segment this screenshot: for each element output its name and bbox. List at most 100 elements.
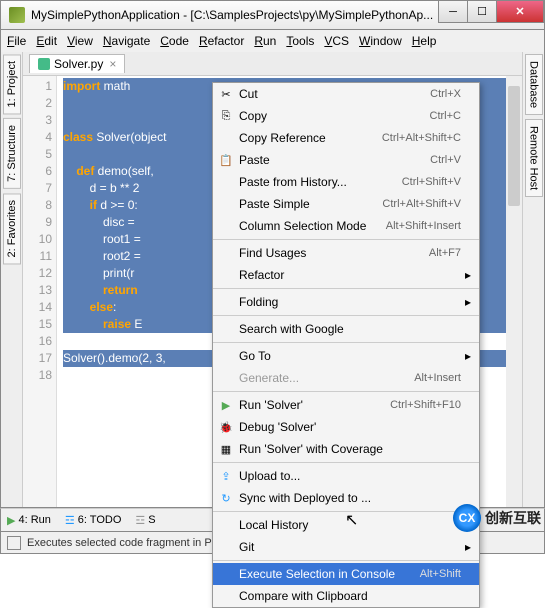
ctx-label: Git — [239, 540, 461, 554]
ctx-run-solver-with-coverage[interactable]: ▦ Run 'Solver' with Coverage — [213, 438, 479, 460]
ctx-find-usages[interactable]: Find UsagesAlt+F7 — [213, 242, 479, 264]
ctx-label: Paste — [239, 153, 430, 167]
line-number: 17 — [23, 350, 52, 367]
menu-help[interactable]: Help — [412, 34, 437, 48]
ctx-refactor[interactable]: Refactor▸ — [213, 264, 479, 286]
ctx-shortcut: Ctrl+Alt+Shift+V — [382, 198, 461, 210]
line-number: 13 — [23, 282, 52, 299]
ctx-label: Refactor — [239, 268, 461, 282]
menu-separator — [213, 239, 479, 240]
menu-navigate[interactable]: Navigate — [103, 34, 150, 48]
ctx-label: Run 'Solver' with Coverage — [239, 442, 461, 456]
paste-icon: 📋 — [217, 152, 235, 168]
ctx-copy-reference[interactable]: Copy ReferenceCtrl+Alt+Shift+C — [213, 127, 479, 149]
ctx-go-to[interactable]: Go To▸ — [213, 345, 479, 367]
menu-view[interactable]: View — [67, 34, 93, 48]
menu-separator — [213, 560, 479, 561]
left-tab-favorites[interactable]: 2: Favorites — [3, 193, 21, 264]
ctx-label: Sync with Deployed to ... — [239, 491, 461, 505]
menu-code[interactable]: Code — [160, 34, 189, 48]
other-tool[interactable]: ☲S — [135, 514, 155, 527]
line-number: 7 — [23, 180, 52, 197]
right-tab-remotehost[interactable]: Remote Host — [525, 119, 543, 197]
left-tab-project[interactable]: 1: Project — [3, 54, 21, 114]
blank-icon — [217, 130, 235, 146]
menu-window[interactable]: Window — [359, 34, 402, 48]
ctx-shortcut: Ctrl+Alt+Shift+C — [382, 132, 461, 144]
submenu-arrow-icon: ▸ — [461, 540, 471, 554]
todo-tool[interactable]: ☲6: TODO — [65, 514, 121, 527]
python-file-icon — [38, 58, 50, 70]
run-tool[interactable]: ▶4: Run — [7, 514, 51, 527]
ctx-shortcut: Ctrl+X — [430, 88, 461, 100]
blank-icon — [217, 348, 235, 364]
blank-icon — [217, 566, 235, 582]
right-tool-gutter: Database Remote Host — [522, 52, 544, 507]
watermark-text: 创新互联 — [485, 508, 541, 528]
line-gutter: 123456789101112131415161718 — [23, 76, 57, 507]
ctx-execute-selection-in-console[interactable]: Execute Selection in ConsoleAlt+Shift — [213, 563, 479, 585]
ctx-sync-with-deployed-to[interactable]: ↻Sync with Deployed to ... — [213, 487, 479, 509]
maximize-button[interactable]: ☐ — [467, 1, 497, 23]
line-number: 10 — [23, 231, 52, 248]
ctx-search-with-google[interactable]: Search with Google — [213, 318, 479, 340]
line-number: 4 — [23, 129, 52, 146]
menu-separator — [213, 391, 479, 392]
minimize-button[interactable]: ─ — [438, 1, 468, 23]
line-number: 3 — [23, 112, 52, 129]
menu-file[interactable]: File — [7, 34, 26, 48]
ctx-shortcut: Ctrl+Shift+F10 — [390, 399, 461, 411]
ctx-folding[interactable]: Folding▸ — [213, 291, 479, 313]
scroll-thumb[interactable] — [508, 86, 520, 206]
ctx-column-selection-mode[interactable]: Column Selection ModeAlt+Shift+Insert — [213, 215, 479, 237]
run-solver-with-coverage-icon: ▦ — [217, 441, 235, 457]
ctx-git[interactable]: Git▸ — [213, 536, 479, 558]
ctx-label: Run 'Solver' — [239, 398, 390, 412]
editor-tabs: Solver.py × — [23, 52, 522, 76]
submenu-arrow-icon: ▸ — [461, 268, 471, 282]
ctx-cut[interactable]: ✂CutCtrl+X — [213, 83, 479, 105]
submenu-arrow-icon: ▸ — [461, 349, 471, 363]
ctx-debug-solver[interactable]: 🐞 Debug 'Solver' — [213, 416, 479, 438]
ctx-compare-with-clipboard[interactable]: Compare with Clipboard — [213, 585, 479, 607]
window-title: MySimplePythonApplication - [C:\SamplesP… — [31, 8, 439, 22]
right-tab-database[interactable]: Database — [525, 54, 543, 115]
close-tab-icon[interactable]: × — [109, 57, 116, 71]
ctx-label: Debug 'Solver' — [239, 420, 461, 434]
ctx-paste-from-history[interactable]: Paste from History...Ctrl+Shift+V — [213, 171, 479, 193]
line-number: 12 — [23, 265, 52, 282]
line-number: 1 — [23, 78, 52, 95]
ctx-paste[interactable]: 📋 PasteCtrl+V — [213, 149, 479, 171]
menubar: File Edit View Navigate Code Refactor Run Tools… — [0, 30, 545, 52]
ctx-shortcut: Ctrl+Shift+V — [402, 176, 461, 188]
ctx-label: Compare with Clipboard — [239, 589, 461, 603]
debug-solver--icon: 🐞 — [217, 419, 235, 435]
ctx-local-history[interactable]: Local History▸ — [213, 514, 479, 536]
menu-edit[interactable]: Edit — [36, 34, 57, 48]
ctx-label: Go To — [239, 349, 461, 363]
menu-run[interactable]: Run — [254, 34, 276, 48]
left-tab-structure[interactable]: 7: Structure — [3, 118, 21, 189]
file-tab[interactable]: Solver.py × — [29, 54, 125, 73]
close-button[interactable]: ✕ — [496, 1, 544, 23]
menu-vcs[interactable]: VCS — [324, 34, 349, 48]
ctx-upload-to[interactable]: ⇪ Upload to... — [213, 465, 479, 487]
ctx-copy[interactable]: ⎘CopyCtrl+C — [213, 105, 479, 127]
ctx-run-solver[interactable]: ▶Run 'Solver'Ctrl+Shift+F10 — [213, 394, 479, 416]
menu-tools[interactable]: Tools — [286, 34, 314, 48]
ctx-paste-simple[interactable]: Paste SimpleCtrl+Alt+Shift+V — [213, 193, 479, 215]
ctx-generate: Generate...Alt+Insert — [213, 367, 479, 389]
menu-refactor[interactable]: Refactor — [199, 34, 244, 48]
upload-to--icon: ⇪ — [217, 468, 235, 484]
line-number: 16 — [23, 333, 52, 350]
blank-icon — [217, 218, 235, 234]
blank-icon — [217, 321, 235, 337]
ctx-label: Local History — [239, 518, 461, 532]
vertical-scrollbar[interactable] — [506, 76, 522, 507]
ctx-shortcut: Ctrl+V — [430, 154, 461, 166]
menu-separator — [213, 511, 479, 512]
ctx-label: Upload to... — [239, 469, 461, 483]
ctx-label: Column Selection Mode — [239, 219, 386, 233]
ctx-label: Paste from History... — [239, 175, 402, 189]
titlebar: MySimplePythonApplication - [C:\SamplesP… — [0, 0, 545, 30]
